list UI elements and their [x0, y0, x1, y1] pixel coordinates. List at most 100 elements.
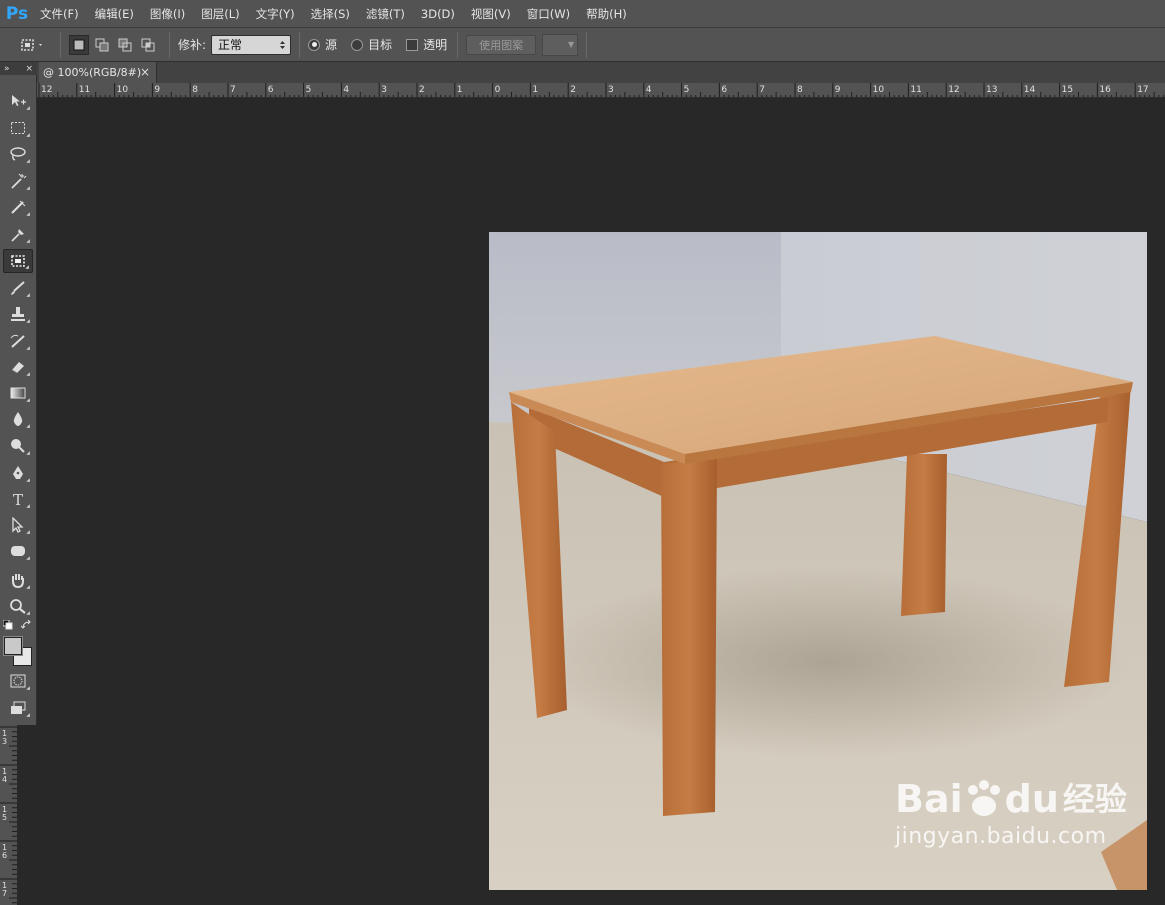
move-tool[interactable] [3, 89, 33, 113]
ruler-label: 7 [230, 85, 236, 95]
quick-mask-icon [10, 674, 26, 688]
ruler-label: 15 [1062, 85, 1073, 95]
separator [457, 31, 459, 58]
document-tab[interactable]: @ 100%(RGB/8#) × [39, 62, 157, 83]
patch-label: 修补: [178, 38, 207, 52]
shape-tool[interactable] [3, 539, 33, 563]
ruler-label: 2 [570, 85, 576, 95]
ruler-label: 4 [343, 85, 349, 95]
toolbox-header: » × [0, 62, 37, 75]
dodge-tool[interactable] [3, 434, 33, 458]
ruler-label: 7 [759, 85, 765, 95]
ruler-label: 11 [79, 85, 90, 95]
dodge-icon [11, 439, 25, 453]
table-leg-front [661, 458, 717, 816]
menu-type[interactable]: 文字(Y) [248, 0, 303, 28]
menu-image[interactable]: 图像(I) [142, 0, 193, 28]
history-brush-tool[interactable] [3, 329, 33, 353]
zoom-icon [10, 599, 26, 614]
pattern-picker[interactable]: ▼ [542, 33, 579, 56]
ruler-label: 7 [2, 889, 7, 898]
transparent-checkbox[interactable]: 透明 [406, 36, 447, 53]
ruler-label: 5 [306, 85, 312, 95]
slice-icon [11, 200, 26, 214]
source-radio-indicator[interactable] [308, 38, 321, 51]
default-colors-icon[interactable] [2, 619, 13, 630]
select-arrows-icon [280, 40, 286, 49]
eraser-tool[interactable] [3, 355, 33, 379]
menu-filter[interactable]: 滤镜(T) [358, 0, 413, 28]
crop-tool[interactable] [3, 195, 33, 219]
patch-mode-select[interactable]: 正常 [211, 34, 292, 55]
patch-tool-icon [21, 38, 42, 51]
ruler-label: 16 [1099, 85, 1111, 95]
horizontal-ruler-ticks: 12 11 10 9 8 7 6 5 4 3 2 1 0 1 2 3 4 5 6 7 8 9 10 11 12 13 14 15 16 1… [38, 83, 1165, 97]
type-tool[interactable]: T [3, 487, 33, 511]
target-radio-indicator[interactable] [351, 38, 364, 51]
quick-mask-button[interactable] [3, 669, 33, 693]
menu-window[interactable]: 窗口(W) [519, 0, 578, 28]
tool-preset-picker[interactable] [12, 32, 52, 58]
new-selection-icon [73, 39, 85, 50]
foreground-color-swatch[interactable] [3, 636, 23, 656]
patch-tool[interactable] [3, 249, 33, 273]
menu-layer[interactable]: 图层(L) [193, 0, 247, 28]
screen-mode-button[interactable] [3, 696, 33, 720]
target-radio[interactable]: 目标 [351, 36, 392, 53]
ruler-label: 8 [797, 85, 803, 95]
blur-drop-icon [13, 412, 23, 426]
lasso-tool[interactable] [3, 142, 33, 166]
ruler-label: 3 [608, 85, 614, 95]
path-selection-tool[interactable] [3, 513, 33, 537]
source-radio[interactable]: 源 [308, 36, 337, 53]
subtract-selection-button[interactable] [115, 35, 135, 55]
eyedropper-tool[interactable] [3, 222, 33, 246]
ruler-label: 5 [2, 813, 7, 822]
menu-file[interactable]: 文件(F) [32, 0, 87, 28]
menu-3d[interactable]: 3D(D) [413, 0, 463, 28]
transparent-check-indicator[interactable] [406, 38, 419, 51]
pen-icon [13, 466, 23, 479]
watermark-brand-prefix: Bai [895, 777, 963, 821]
marquee-tool[interactable] [3, 116, 33, 140]
add-selection-button[interactable] [92, 35, 112, 55]
intersect-selection-button[interactable] [138, 35, 158, 55]
swap-colors-icon[interactable] [20, 619, 33, 630]
lasso-icon [10, 147, 26, 161]
intersect-selection-icon [141, 38, 155, 51]
close-document-icon[interactable]: × [140, 65, 150, 79]
ruler-label: 4 [2, 775, 7, 784]
pen-tool[interactable] [3, 461, 33, 485]
subtract-selection-icon [118, 38, 132, 51]
menu-view[interactable]: 视图(V) [463, 0, 519, 28]
watermark-brand-suffix: du [1004, 777, 1059, 821]
use-pattern-button[interactable]: 使用图案 [466, 34, 537, 55]
close-toolbox-icon[interactable]: × [25, 64, 33, 74]
ruler-label: 1 [532, 85, 538, 95]
ruler-label: 17 [1137, 85, 1148, 95]
menu-bar: Ps 文件(F) 编辑(E) 图像(I) 图层(L) 文字(Y) 选择(S) 滤… [0, 0, 1165, 28]
separator [299, 31, 301, 58]
patch-mode-value: 正常 [218, 38, 243, 52]
magic-wand-tool[interactable] [3, 169, 33, 193]
menu-select[interactable]: 选择(S) [303, 0, 358, 28]
hand-tool[interactable] [3, 568, 33, 592]
clone-stamp-tool[interactable] [3, 302, 33, 326]
blur-tool[interactable] [3, 407, 33, 431]
brush-tool[interactable] [3, 276, 33, 300]
hand-icon [12, 574, 24, 588]
eraser-icon [11, 362, 24, 374]
vertical-ruler-ticks: 1314151617 [0, 726, 17, 904]
menu-edit[interactable]: 编辑(E) [87, 0, 142, 28]
ruler-label: 10 [873, 85, 885, 95]
svg-text:T: T [13, 491, 23, 507]
vertical-ruler: 1314151617 [0, 725, 17, 905]
new-selection-button[interactable] [69, 34, 89, 55]
zoom-tool[interactable] [3, 594, 33, 618]
document-tab-bar: @ 100%(RGB/8#) × [37, 62, 1165, 83]
collapse-toolbox-icon[interactable]: » [4, 64, 10, 74]
rounded-rect-icon [11, 546, 25, 556]
target-label: 目标 [368, 38, 393, 52]
menu-help[interactable]: 帮助(H) [578, 0, 635, 28]
gradient-tool[interactable] [3, 381, 33, 405]
